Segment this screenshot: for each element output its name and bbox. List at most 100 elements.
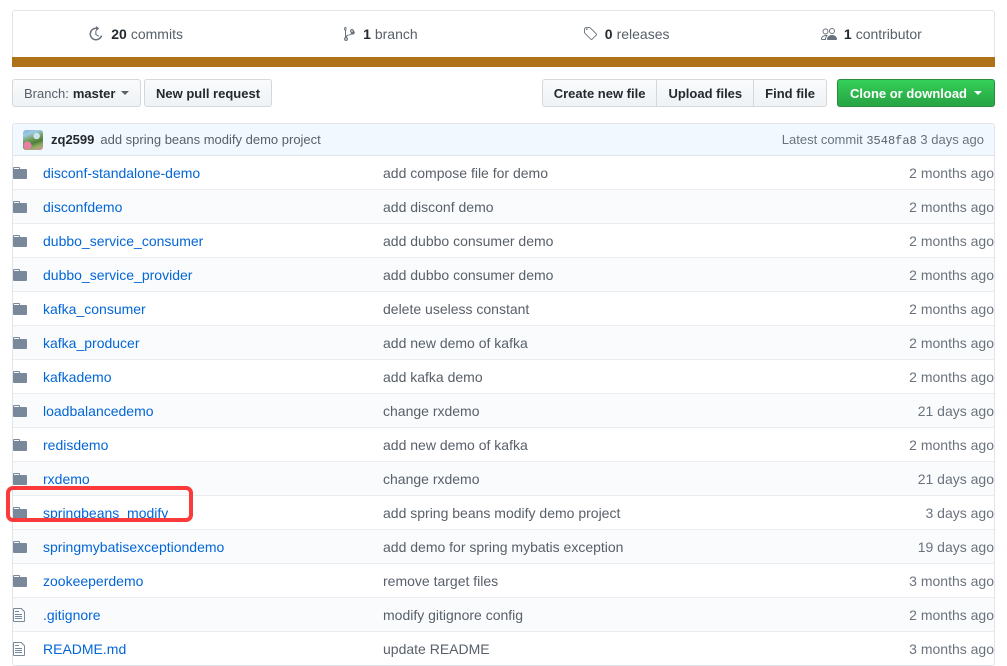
file-name-link[interactable]: loadbalancedemo bbox=[43, 403, 154, 419]
stat-releases-label: releases bbox=[616, 26, 670, 42]
file-name-link[interactable]: .gitignore bbox=[43, 607, 101, 623]
file-icon bbox=[13, 598, 43, 632]
new-pull-request-button[interactable]: New pull request bbox=[144, 79, 273, 107]
file-name-cell: kafka_producer bbox=[43, 326, 383, 360]
commit-message-link[interactable]: add new demo of kafka bbox=[383, 437, 528, 453]
commit-message-cell: remove target files bbox=[383, 564, 689, 598]
stat-commits[interactable]: 20 commits bbox=[13, 26, 258, 42]
stat-contributors-label: contributor bbox=[855, 26, 922, 42]
file-name-link[interactable]: disconfdemo bbox=[43, 199, 122, 215]
folder-icon bbox=[13, 462, 43, 496]
file-name-link[interactable]: kafkademo bbox=[43, 369, 111, 385]
clone-or-download-label: Clone or download bbox=[850, 85, 967, 101]
commit-age-cell: 21 days ago bbox=[917, 470, 994, 487]
file-name-cell: disconf-standalone-demo bbox=[43, 156, 383, 190]
commit-message-cell: add demo for spring mybatis exception bbox=[383, 530, 689, 564]
chevron-down-icon bbox=[974, 91, 982, 95]
file-name-link[interactable]: README.md bbox=[43, 641, 126, 657]
file-navigation-toolbar: Branch: master New pull request Create n… bbox=[12, 79, 995, 109]
commit-message-cell: add spring beans modify demo project bbox=[383, 496, 689, 530]
stat-releases[interactable]: 0 releases bbox=[504, 26, 749, 42]
stat-contributors[interactable]: 1 contributor bbox=[749, 26, 994, 42]
table-row: disconf-standalone-demo add compose file … bbox=[13, 156, 994, 190]
clone-or-download-button[interactable]: Clone or download bbox=[837, 79, 995, 107]
file-name-link[interactable]: dubbo_service_provider bbox=[43, 267, 192, 283]
table-row: dubbo_service_consumer add dubbo consumer… bbox=[13, 223, 994, 258]
table-row: springmybatisexceptiondemo add demo for s… bbox=[13, 529, 994, 564]
commit-message-link[interactable]: add kafka demo bbox=[383, 369, 483, 385]
file-table: disconf-standalone-demo add compose file … bbox=[13, 156, 994, 665]
file-name-link[interactable]: kafka_consumer bbox=[43, 301, 146, 317]
commit-message-link[interactable]: add dubbo consumer demo bbox=[383, 267, 553, 283]
file-name-cell: loadbalancedemo bbox=[43, 394, 383, 428]
file-name-link[interactable]: kafka_producer bbox=[43, 335, 140, 351]
file-name-link[interactable]: dubbo_service_consumer bbox=[43, 233, 203, 249]
repository-stats-bar: 20 commits 1 branch 0 releases 1 contrib… bbox=[12, 10, 995, 57]
commit-message-link[interactable]: delete useless constant bbox=[383, 301, 529, 317]
commit-age-cell: 2 months ago bbox=[909, 606, 994, 623]
file-actions-group: Create new file Upload files Find file C… bbox=[541, 79, 995, 107]
file-name-cell: dubbo_service_consumer bbox=[43, 224, 383, 258]
file-name-cell: springbeans_modify bbox=[43, 496, 383, 530]
file-name-link[interactable]: springmybatisexceptiondemo bbox=[43, 539, 224, 555]
commit-message-link[interactable]: modify gitignore config bbox=[383, 607, 523, 623]
file-name-cell: .gitignore bbox=[43, 598, 383, 632]
stat-branches[interactable]: 1 branch bbox=[258, 26, 503, 42]
commit-message-link[interactable]: add dubbo consumer demo bbox=[383, 233, 553, 249]
branch-name-label: master bbox=[72, 85, 116, 101]
commit-message-cell: delete useless constant bbox=[383, 292, 689, 326]
upload-files-button[interactable]: Upload files bbox=[656, 79, 755, 107]
table-row: dubbo_service_provider add dubbo consumer… bbox=[13, 257, 994, 292]
commit-message-link[interactable]: add disconf demo bbox=[383, 199, 494, 215]
file-action-buttons: Create new file Upload files Find file bbox=[541, 79, 827, 107]
commit-message-link[interactable]: add spring beans modify demo project bbox=[100, 132, 320, 147]
folder-icon bbox=[13, 394, 43, 428]
commit-message-cell: change rxdemo bbox=[383, 462, 689, 496]
latest-commit-sha[interactable]: 3548fa8 bbox=[866, 134, 916, 148]
file-name-link[interactable]: redisdemo bbox=[43, 437, 108, 453]
stat-releases-count: 0 bbox=[604, 26, 613, 42]
branch-select-button[interactable]: Branch: master bbox=[12, 79, 142, 107]
history-icon bbox=[88, 26, 104, 42]
commit-message-cell: add dubbo consumer demo bbox=[383, 224, 689, 258]
commit-message-cell: modify gitignore config bbox=[383, 598, 689, 632]
commit-message-link[interactable]: add spring beans modify demo project bbox=[383, 505, 620, 521]
latest-commit-age: 3 days ago bbox=[920, 131, 984, 147]
language-segment-java bbox=[12, 57, 995, 67]
commit-age-cell: 3 months ago bbox=[909, 572, 994, 589]
file-name-link[interactable]: springbeans_modify bbox=[43, 505, 168, 521]
file-name-cell: rxdemo bbox=[43, 462, 383, 496]
latest-commit-prefix: Latest commit bbox=[781, 131, 863, 147]
commit-author-link[interactable]: zq2599 bbox=[51, 132, 94, 147]
commit-message-link[interactable]: update README bbox=[383, 641, 490, 657]
commit-message-link[interactable]: add new demo of kafka bbox=[383, 335, 528, 351]
folder-icon bbox=[13, 292, 43, 326]
commit-message-link[interactable]: remove target files bbox=[383, 573, 498, 589]
file-name-cell: kafkademo bbox=[43, 360, 383, 394]
file-name-cell: springmybatisexceptiondemo bbox=[43, 530, 383, 564]
table-row: disconfdemo add disconf demo 2 months ago bbox=[13, 189, 994, 224]
folder-icon bbox=[13, 496, 43, 530]
file-list-container: zq2599 add spring beans modify demo proj… bbox=[12, 123, 995, 666]
create-new-file-button[interactable]: Create new file bbox=[541, 79, 658, 107]
file-name-link[interactable]: zookeeperdemo bbox=[43, 573, 143, 589]
find-file-button[interactable]: Find file bbox=[753, 79, 827, 107]
commit-message-link[interactable]: add compose file for demo bbox=[383, 165, 548, 181]
commit-age-cell: 3 months ago bbox=[909, 640, 994, 657]
file-icon bbox=[13, 632, 43, 666]
commit-message-link[interactable]: change rxdemo bbox=[383, 471, 480, 487]
commit-age-cell: 2 months ago bbox=[909, 436, 994, 453]
branch-prefix-label: Branch: bbox=[24, 85, 69, 101]
commit-message-link[interactable]: change rxdemo bbox=[383, 403, 480, 419]
commit-message-link[interactable]: add demo for spring mybatis exception bbox=[383, 539, 623, 555]
file-name-cell: dubbo_service_provider bbox=[43, 258, 383, 292]
commit-age-cell: 2 months ago bbox=[909, 198, 994, 215]
commit-message-cell: add new demo of kafka bbox=[383, 428, 689, 462]
file-name-cell: kafka_consumer bbox=[43, 292, 383, 326]
commit-age-cell: 2 months ago bbox=[909, 164, 994, 181]
folder-icon bbox=[13, 224, 43, 258]
commit-message-cell: add new demo of kafka bbox=[383, 326, 689, 360]
avatar bbox=[23, 129, 43, 150]
file-name-link[interactable]: disconf-standalone-demo bbox=[43, 165, 200, 181]
file-name-link[interactable]: rxdemo bbox=[43, 471, 90, 487]
